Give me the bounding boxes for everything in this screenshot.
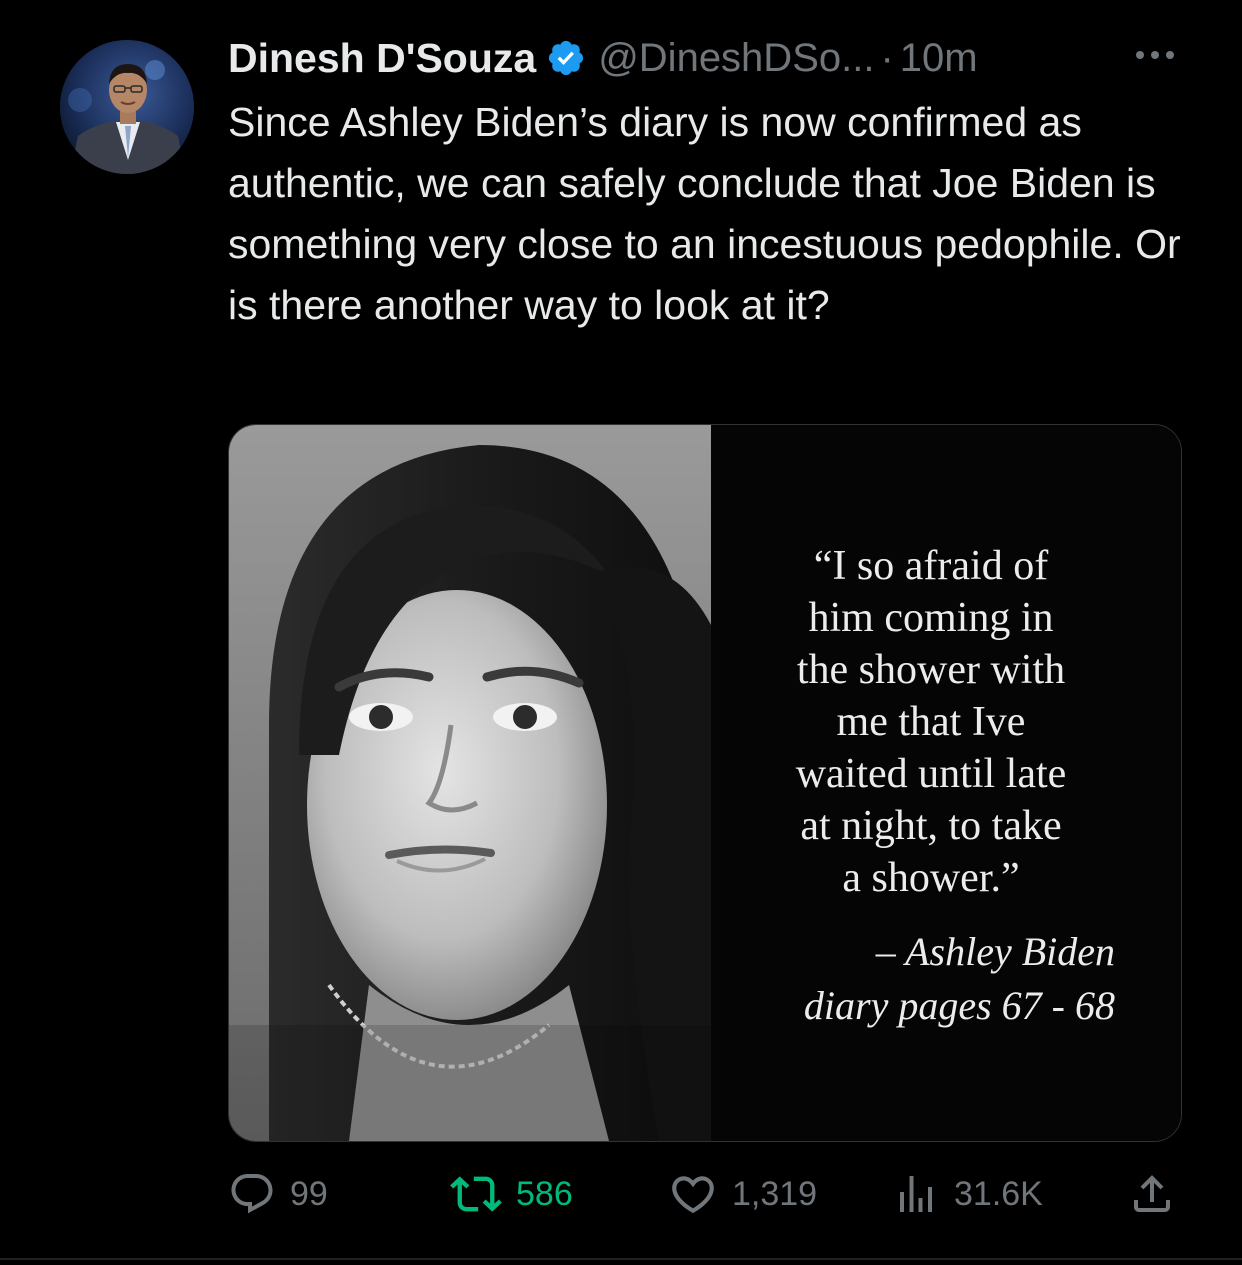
quote-line: me that Ive [836,699,1026,745]
like-count: 1,319 [732,1174,818,1213]
share-button[interactable] [1128,1164,1176,1224]
quote-line: the shower with [796,647,1066,693]
author-avatar[interactable] [60,40,194,174]
author-name[interactable]: Dinesh D'Souza [228,35,536,82]
diary-quote: “I so afraid of him coming in the shower… [751,540,1111,904]
views-count: 31.6K [954,1174,1043,1213]
quote-line: “I so afraid of [813,543,1049,589]
profile-photo-icon [60,40,194,174]
tweet-timestamp[interactable]: 10m [900,36,978,81]
tweet-card[interactable]: Dinesh D'Souza @DineshDSo... · 10m Since… [0,0,1242,1265]
tweet-media-image[interactable]: “I so afraid of him coming in the shower… [228,424,1182,1142]
attribution-line: – Ashley Biden [875,929,1115,974]
retweet-button[interactable]: 586 [450,1164,573,1224]
tweet-header: Dinesh D'Souza @DineshDSo... · 10m [228,30,1188,86]
retweet-count: 586 [516,1174,573,1213]
header-separator: · [880,35,894,80]
quote-line: at night, to take [800,803,1062,849]
retweet-icon [450,1176,502,1212]
quote-panel: “I so afraid of him coming in the shower… [711,425,1181,1141]
woman-portrait-photo-icon [229,425,711,1141]
like-button[interactable]: 1,319 [668,1164,817,1224]
views-chart-icon [900,1176,932,1212]
views-button[interactable]: 31.6K [892,1164,1043,1224]
reply-count: 99 [290,1174,328,1213]
quote-attribution: – Ashley Biden diary pages 67 - 68 [731,925,1115,1033]
tweet-text: Since Ashley Biden’s diary is now confir… [228,99,1181,328]
quote-line: waited until late [795,751,1067,797]
verified-badge-icon[interactable] [546,38,586,78]
reply-icon [231,1174,273,1214]
heart-icon [672,1176,714,1214]
author-handle[interactable]: @DineshDSo... [598,36,874,81]
tweet-actions-bar: 99 586 1,319 31.6K [228,1164,1188,1224]
quote-line: him coming in [808,595,1054,641]
share-icon [1134,1175,1170,1212]
divider [0,1258,1242,1260]
attribution-line: diary pages 67 - 68 [803,983,1115,1028]
quote-line: a shower.” [842,855,1020,901]
reply-button[interactable]: 99 [228,1164,328,1224]
more-options-icon[interactable] [1130,40,1180,70]
